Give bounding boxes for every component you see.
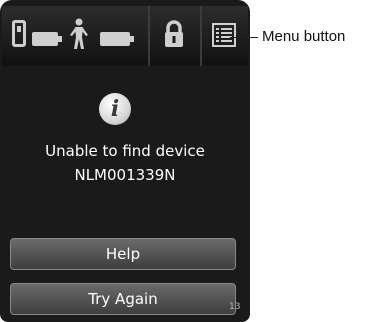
- person-icon: [70, 18, 88, 49]
- error-message: Unable to find device: [45, 142, 205, 160]
- device-id: NLM001339N: [74, 166, 176, 184]
- callout-line: [230, 37, 258, 38]
- menu-button-callout: Menu button: [262, 28, 346, 45]
- battery-status-section: [2, 6, 150, 66]
- page-number: 13: [229, 302, 241, 312]
- try-again-button[interactable]: Try Again: [10, 283, 236, 315]
- device-screen: i Unable to find device NLM001339N Help …: [0, 0, 250, 322]
- status-bar: [2, 6, 248, 66]
- menu-icon: [212, 23, 236, 47]
- info-icon: i: [99, 93, 131, 125]
- device-battery-icon: [32, 32, 62, 46]
- help-button[interactable]: Help: [10, 238, 236, 270]
- lock-button[interactable]: [150, 6, 202, 66]
- device-icon: [12, 20, 26, 47]
- user-battery-icon: [100, 32, 134, 46]
- lock-icon: [165, 20, 183, 47]
- menu-button[interactable]: [202, 6, 248, 66]
